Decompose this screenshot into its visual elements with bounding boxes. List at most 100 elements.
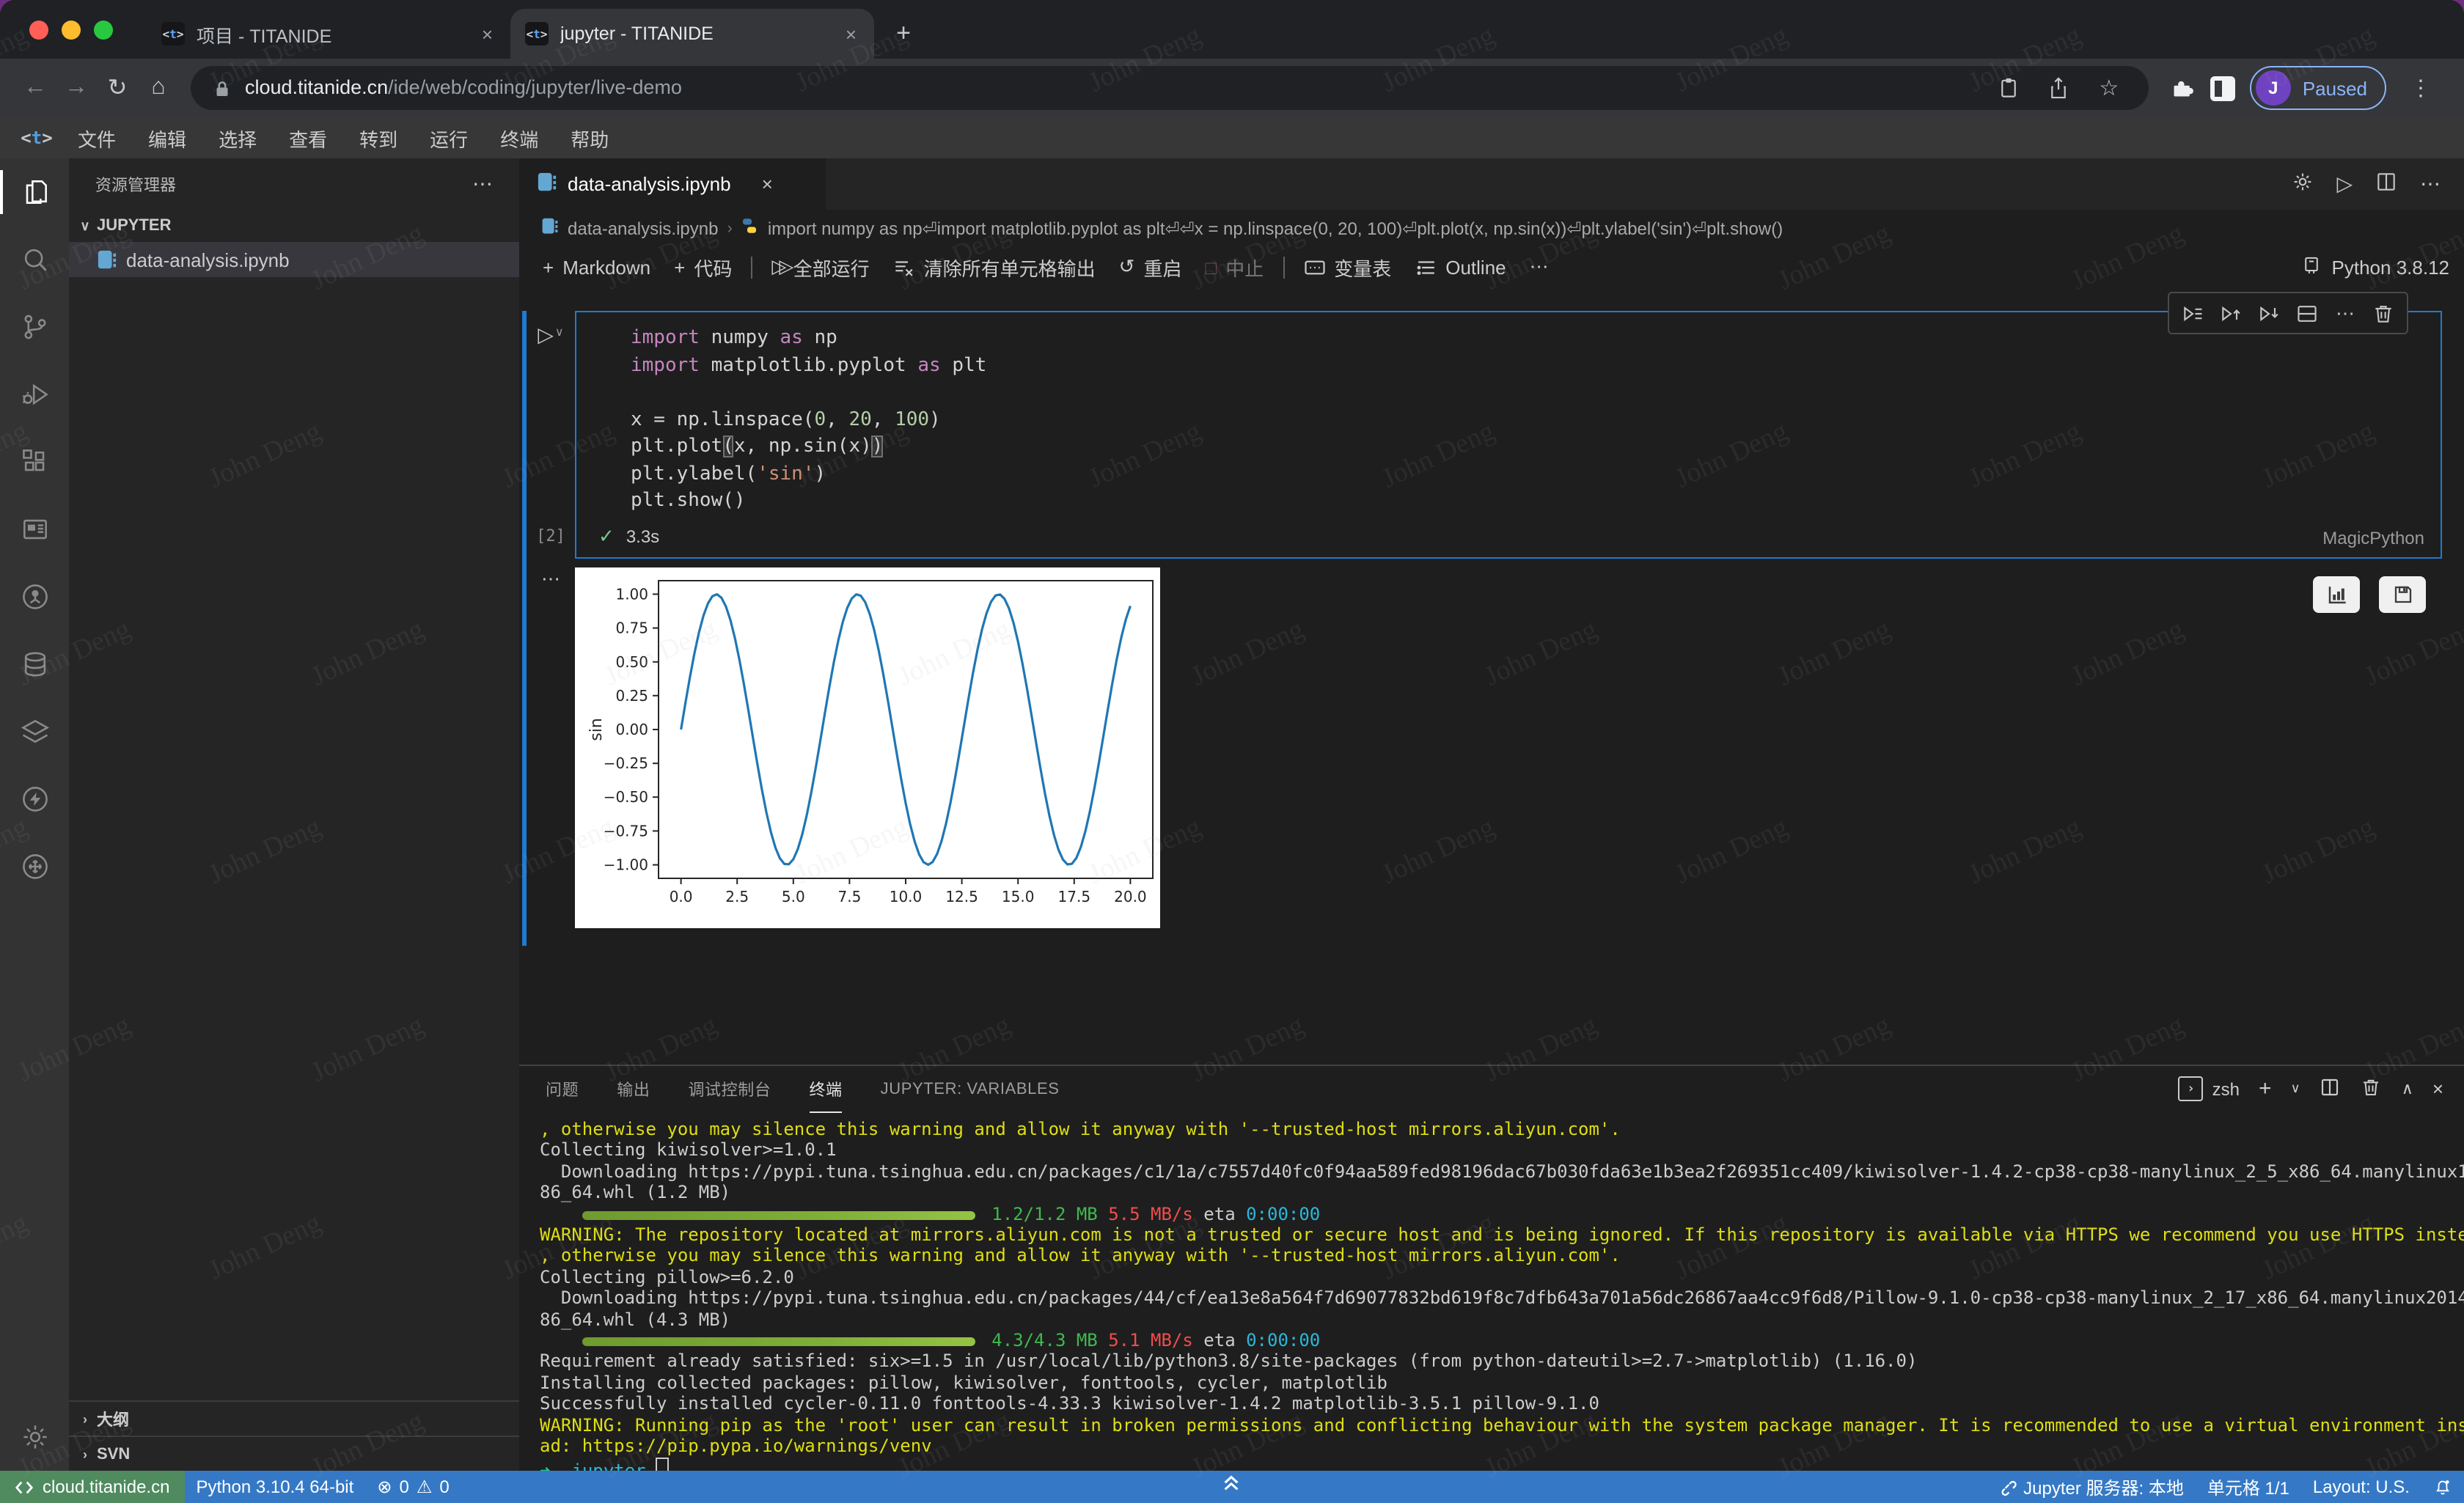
outline-icon [1415,256,1437,278]
menu-item-4[interactable]: 查看 [273,124,343,152]
panel-tab-输出[interactable]: 输出 [617,1066,650,1113]
restart-button[interactable]: ↺重启 [1107,249,1194,284]
settings-gear-icon[interactable] [0,1403,69,1471]
address-bar[interactable]: cloud.titanide.cn/ide/web/coding/jupyter… [191,66,2149,110]
add-markdown-button[interactable]: +Markdown [531,249,662,284]
add-code-button[interactable]: +代码 [662,249,744,284]
thunder-icon[interactable] [0,765,69,833]
interrupt-button[interactable]: □中止 [1193,249,1275,284]
cell-indicator[interactable]: 单元格 1/1 [2196,1471,2301,1503]
menu-item-6[interactable]: 运行 [414,124,484,152]
close-editor-icon[interactable]: × [762,173,773,195]
split-cell-icon[interactable] [2288,293,2326,333]
reload-icon[interactable]: ↻ [97,67,138,109]
variables-button[interactable]: 变量表 [1291,249,1403,284]
workspace-section[interactable]: ∨ JUPYTER [69,210,519,242]
panel-tab-终端[interactable]: 终端 [809,1066,842,1113]
notifications-bell-icon[interactable] [2421,1471,2464,1503]
sidebar-more-icon[interactable]: ⋯ [472,172,493,196]
run-debug-icon[interactable] [0,361,69,428]
browser-menu-icon[interactable]: ⋮ [2401,75,2441,101]
extensions-icon[interactable] [0,428,69,496]
macos-window-controls[interactable] [29,21,113,40]
home-icon[interactable]: ⌂ [138,67,179,109]
editor-tab-notebook[interactable]: data-analysis.ipynb × [519,158,826,210]
split-terminal-icon[interactable] [2320,1076,2342,1102]
double-chevron-up-icon[interactable] [1222,1474,1241,1497]
close-window-button[interactable] [29,21,48,40]
menu-item-3[interactable]: 选择 [202,124,273,152]
keyboard-layout[interactable]: Layout: U.S. [2301,1471,2421,1503]
interrupt-icon: □ [1205,256,1217,278]
extensions-puzzle-icon[interactable] [2169,75,2196,101]
split-editor-icon[interactable] [2375,170,2398,198]
outline-button[interactable]: Outline [1403,249,1517,284]
panel-tab-问题[interactable]: 问题 [546,1066,579,1113]
new-tab-button[interactable]: + [883,13,924,54]
file-item[interactable]: data-analysis.ipynb [69,242,519,277]
notebook-settings-gear-icon[interactable] [2291,170,2314,198]
delete-cell-icon[interactable] [2364,293,2402,333]
tab-search-icon[interactable] [2210,76,2235,100]
kernel-picker[interactable]: Python 3.8.12 [2301,254,2449,279]
terminal-kind[interactable]: › zsh [2179,1076,2240,1101]
minimize-window-button[interactable] [62,21,81,40]
clear-outputs-button[interactable]: 清除所有单元格输出 [881,249,1107,284]
back-icon[interactable]: ← [15,67,56,109]
editor-more-actions-icon[interactable]: ⋯ [2420,172,2441,196]
panel-tab-JUPYTER: VARIABLES[interactable]: JUPYTER: VARIABLES [881,1066,1060,1113]
python-interpreter[interactable]: Python 3.10.4 64-bit [184,1471,365,1503]
close-tab-icon[interactable]: × [843,23,859,45]
clipboard-icon[interactable] [1990,76,2028,100]
close-panel-icon[interactable]: × [2432,1078,2443,1100]
source-control-icon[interactable] [0,293,69,361]
execute-above-icon[interactable] [2212,293,2250,333]
menu-item-1[interactable]: 文件 [62,124,132,152]
bookmark-star-icon[interactable]: ☆ [2090,75,2128,101]
panel-tab-调试控制台[interactable]: 调试控制台 [688,1066,771,1113]
explorer-icon[interactable] [0,158,69,226]
notebook-toolbar: +Markdown +代码 ▷▷ 全部运行 清除所有单元格输出 [519,246,2464,287]
code-cell[interactable]: ⋯ import numpy as npimport matplotlib.py… [575,311,2442,558]
share-icon[interactable] [2040,76,2078,100]
zoom-window-button[interactable] [94,21,113,40]
terminal-output[interactable]: , otherwise you may silence this warning… [519,1111,2464,1471]
search-icon[interactable] [0,226,69,293]
live-share-icon[interactable] [0,563,69,631]
forward-icon[interactable]: → [56,67,97,109]
menu-item-5[interactable]: 转到 [343,124,414,152]
toolbar-more-icon[interactable]: ⋯ [1518,249,1561,284]
run-all-play-icon[interactable]: ▷ [2336,172,2353,196]
cell-more-actions-icon[interactable]: ⋯ [2326,293,2364,333]
browser-preview-icon[interactable] [0,496,69,563]
output-options-icon[interactable]: ⋯ [541,567,560,927]
close-tab-icon[interactable]: × [479,23,496,45]
open-in-data-viewer-button[interactable] [2313,576,2360,612]
remote-indicator[interactable]: cloud.titanide.cn [0,1471,184,1503]
browser-tab-jupyter[interactable]: <t> jupyter - TITANIDE × [510,9,874,59]
sidebar-section-SVN[interactable]: ›SVN [69,1436,519,1471]
problems-status[interactable]: ⊗0 ⚠0 [365,1471,461,1503]
terminal-dropdown-icon[interactable]: ∨ [2291,1081,2300,1097]
jupyter-server-status[interactable]: Jupyter 服务器: 本地 [1985,1471,2196,1503]
remote-explorer-icon[interactable] [0,833,69,900]
menu-item-7[interactable]: 终端 [484,124,554,152]
run-all-button[interactable]: ▷▷ 全部运行 [760,249,881,284]
run-cell-button[interactable]: ▷∨ [538,323,563,348]
sidebar-section-大纲[interactable]: ›大纲 [69,1400,519,1436]
browser-tab-project[interactable]: <t> 项目 - TITANIDE × [147,9,510,59]
save-plot-button[interactable] [2379,576,2426,612]
code-area[interactable]: import numpy as npimport matplotlib.pypl… [576,326,2441,515]
execute-cells-icon[interactable] [2174,293,2212,333]
profile-badge[interactable]: J Paused [2250,66,2386,110]
menu-item-8[interactable]: 帮助 [554,124,625,152]
maximize-panel-icon[interactable]: ∧ [2402,1079,2413,1098]
layers-icon[interactable] [0,698,69,765]
execute-below-icon[interactable] [2250,293,2288,333]
new-terminal-icon[interactable]: + [2259,1076,2272,1101]
breadcrumb[interactable]: data-analysis.ipynb › import numpy as np… [519,210,2464,246]
cell-language-label[interactable]: MagicPython [2322,527,2424,548]
kill-terminal-icon[interactable] [2361,1076,2383,1102]
database-icon[interactable] [0,631,69,698]
menu-item-2[interactable]: 编辑 [132,124,202,152]
